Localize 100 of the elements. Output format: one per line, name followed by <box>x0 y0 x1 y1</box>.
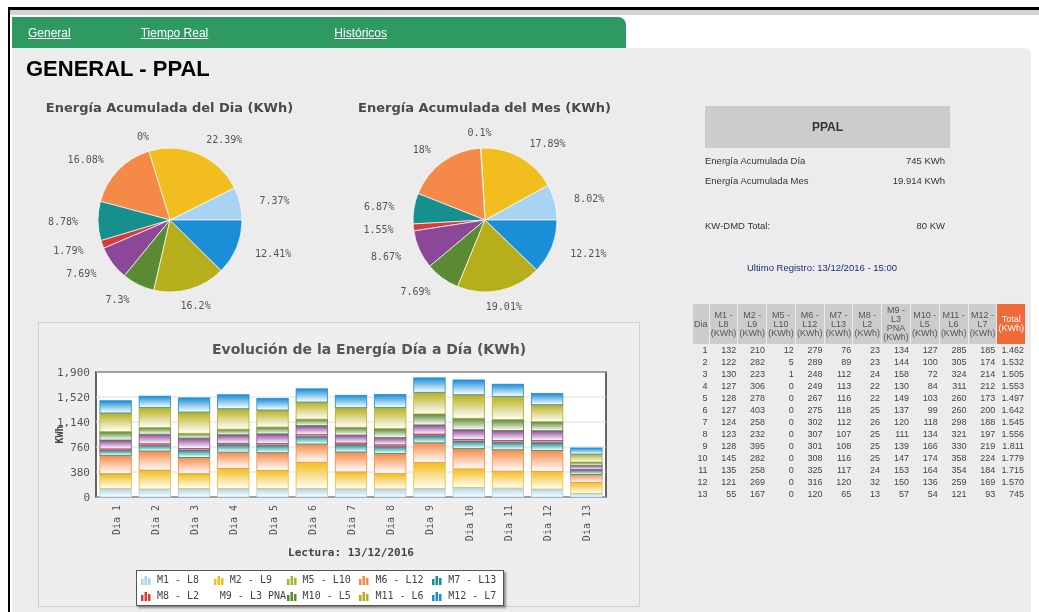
table-cell-text: 120 <box>806 489 824 500</box>
table-cell-text: 1.642 <box>1000 405 1025 416</box>
table-cell-text: 1.462 <box>1000 345 1025 356</box>
table-cell-text: 306 <box>749 381 766 392</box>
axis-tick-label: 0 <box>83 490 90 504</box>
slice-label: 16.08% <box>67 153 104 165</box>
table-cell-text: 84 <box>926 381 939 392</box>
table-cell-text: 32 <box>869 477 882 488</box>
table-cell-text: 121 <box>720 477 738 488</box>
table-cell-text: 302 <box>806 417 824 428</box>
table-cell-text: 57 <box>897 489 910 500</box>
slice-label: 7.3% <box>104 293 129 305</box>
table-cell-text: 72 <box>926 369 939 380</box>
column-header: M9 - L3 PNA (KWh) <box>882 304 910 344</box>
slice-label: 8.02% <box>573 192 604 204</box>
column-header: M7 - L13 (KWh) <box>824 304 853 344</box>
table-cell-text: 1.553 <box>1000 381 1025 392</box>
table-cell-text: 260 <box>950 405 968 416</box>
table-cell-text: 5 <box>701 393 709 404</box>
axis-tick-label: Dia 10 <box>463 504 475 541</box>
summary-label: KW-DMD Total: <box>705 218 771 233</box>
table-cell-text: 219 <box>979 441 997 452</box>
table-cell-text: 1.715 <box>1000 465 1025 476</box>
table-cell-text: 25 <box>869 453 882 464</box>
table-cell-text: 103 <box>921 393 939 404</box>
table-cell-text: 267 <box>806 393 824 404</box>
table-cell-text: 1 <box>701 345 709 356</box>
table-cell-text: 174 <box>979 357 997 368</box>
table-cell-text: 6 <box>701 405 709 416</box>
table-cell-text: 260 <box>950 393 968 404</box>
last-record-text: Ultimo Registro: 13/12/2016 - 15:00 <box>747 260 897 275</box>
table-cell-text: 22 <box>869 381 882 392</box>
slice-label: 22.39% <box>205 133 242 145</box>
table-cell-text: 145 <box>720 453 738 464</box>
table-cell-text: 223 <box>749 369 766 380</box>
table-cell-text: 55 <box>725 489 738 500</box>
axis-tick-label: 760 <box>70 440 90 454</box>
table-cell-text: 139 <box>892 441 910 452</box>
table-cell-text: 127 <box>921 345 939 356</box>
table-cell-text: 1.811 <box>1001 441 1025 452</box>
axis-tick-label: Dia 5 <box>267 504 279 535</box>
table-cell-text: 150 <box>892 477 910 488</box>
table-cell-text: 7 <box>701 417 709 428</box>
table-cell-text: 120 <box>892 417 910 428</box>
table-cell-text: 0 <box>787 465 795 476</box>
table-cell-text: 1.545 <box>1000 417 1025 428</box>
table-cell-text: 1.556 <box>1000 429 1025 440</box>
table-cell-text: 169 <box>979 477 997 488</box>
table-cell-text: 188 <box>979 417 997 428</box>
table-cell-text: 0 <box>787 477 795 488</box>
column-header: M5 - L10 (KWh) <box>767 304 795 344</box>
legend-label: M6 - L12 <box>375 573 424 587</box>
axis-tick-label: Dia 3 <box>189 504 201 535</box>
table-cell-text: 23 <box>869 345 882 356</box>
table-cell-text: 311 <box>951 381 968 392</box>
table-cell-text: 212 <box>979 381 997 392</box>
table-cell-text: 248 <box>806 369 824 380</box>
table-cell-text: 5 <box>787 357 795 368</box>
slice-label: 0% <box>136 130 149 142</box>
slice-label: 19.01% <box>485 300 522 312</box>
axis-tick-label: Dia 8 <box>385 504 397 535</box>
table-cell-text: 24 <box>869 465 882 476</box>
table-cell-text: 174 <box>921 453 939 464</box>
column-header: M10 - L5 (KWh) <box>910 304 939 344</box>
table-cell-text: 0 <box>787 381 795 392</box>
table-cell-text: 123 <box>720 429 738 440</box>
column-header: Total (KWh) <box>997 304 1025 344</box>
table-cell-text: 122 <box>720 357 738 368</box>
legend-label: M1 - L8 <box>157 573 200 587</box>
table-cell-text: 3 <box>701 369 709 380</box>
table-cell-text: 113 <box>835 381 853 392</box>
axis-tick-label: Dia 13 <box>581 504 593 541</box>
table-cell-text: 112 <box>835 369 853 380</box>
table-cell-text: 1.779 <box>1000 453 1025 464</box>
legend-label: M10 - L5 <box>302 589 351 603</box>
table-cell-text: 147 <box>892 453 910 464</box>
table-cell-text: 275 <box>806 405 824 416</box>
table-cell-text: 22 <box>869 393 882 404</box>
slice-label: 0.1% <box>466 126 491 138</box>
legend-label: M11 - L6 <box>375 589 424 603</box>
table-cell-text: 108 <box>835 441 853 452</box>
column-header: M11 - L6 (KWh) <box>939 304 968 344</box>
slice-label: 12.41% <box>254 247 291 259</box>
table-cell-text: 0 <box>787 405 795 416</box>
legend-label: M7 - L13 <box>448 573 497 587</box>
summary-label: Energía Acumulada Mes <box>705 174 809 189</box>
table-cell-text: 144 <box>892 357 910 368</box>
table-cell-text: 184 <box>979 465 997 476</box>
table-cell-text: 403 <box>749 405 766 416</box>
table-cell-text: 258 <box>749 465 766 476</box>
table-cell-text: 279 <box>806 345 824 356</box>
table-cell-text: 0 <box>787 441 795 452</box>
summary-value: 19.914 KWh <box>892 174 945 189</box>
slice-label: 8.67% <box>370 250 401 262</box>
legend-label: M8 - L2 <box>157 589 200 603</box>
table-cell-text: 65 <box>840 489 853 500</box>
table-cell-text: 128 <box>720 441 738 452</box>
table-cell-text: 54 <box>926 489 939 500</box>
table-cell-text: 26 <box>869 417 882 428</box>
table-cell-text: 269 <box>749 477 766 488</box>
